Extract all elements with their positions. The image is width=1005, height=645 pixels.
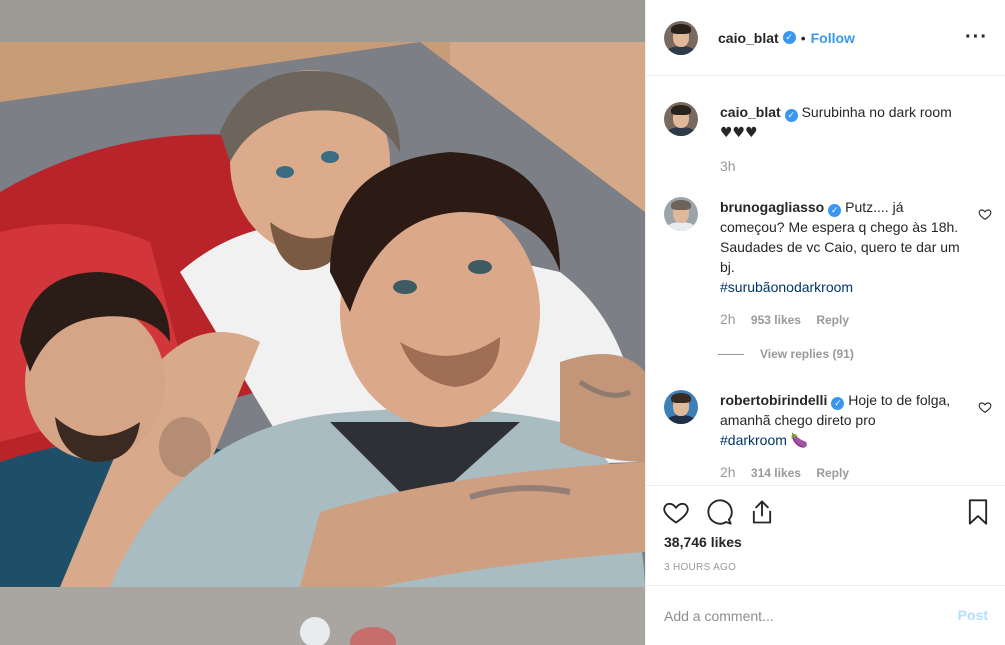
- avatar[interactable]: [664, 197, 698, 231]
- comment-text-block: brunogagliasso ✓ Putz.... já começou? Me …: [720, 197, 960, 297]
- more-options-icon[interactable]: ···: [965, 27, 988, 47]
- comment-meta: 2h 953 likes Reply: [720, 311, 861, 327]
- comment-icon[interactable]: [705, 498, 733, 526]
- author-username[interactable]: caio_blat: [718, 30, 779, 46]
- follow-button[interactable]: Follow: [811, 30, 855, 46]
- post-comment-button[interactable]: Post: [958, 607, 988, 623]
- comment-time: 2h: [720, 311, 736, 327]
- add-comment-bar: Post: [646, 585, 1005, 645]
- hashtag-link[interactable]: #surubãonodarkroom: [720, 279, 853, 295]
- post-header: caio_blat ✓ • Follow ···: [646, 0, 1005, 76]
- view-replies-button[interactable]: View replies (91): [718, 347, 854, 361]
- media-top-blur: [0, 0, 645, 42]
- hashtag-link[interactable]: #darkroom: [720, 432, 787, 448]
- post-timestamp: 3 HOURS AGO: [664, 562, 737, 573]
- caption-text: Surubinha no dark room: [801, 104, 952, 120]
- comments-list: caio_blat ✓ Surubinha no dark room ♥♥♥ 3h…: [646, 77, 1005, 485]
- view-replies-label: View replies (91): [760, 347, 854, 361]
- post-photo[interactable]: [0, 42, 645, 587]
- comment-author[interactable]: robertobirindelli: [720, 392, 827, 408]
- caption-time: 3h: [720, 158, 736, 174]
- comment-author[interactable]: brunogagliasso: [720, 199, 824, 215]
- share-icon[interactable]: [748, 498, 776, 526]
- heart-icon[interactable]: [662, 498, 690, 526]
- verified-badge-icon: ✓: [831, 397, 845, 410]
- caption-text-block: caio_blat ✓ Surubinha no dark room ♥♥♥: [720, 102, 960, 143]
- verified-badge-icon: ✓: [782, 31, 796, 44]
- likes-count[interactable]: 38,746 likes: [664, 534, 742, 550]
- caption-author[interactable]: caio_blat: [720, 104, 781, 120]
- comment-time: 2h: [720, 464, 736, 480]
- instagram-post-view: caio_blat ✓ • Follow ··· caio_blat ✓ Suru…: [0, 0, 1005, 645]
- comment-input[interactable]: [664, 606, 934, 626]
- selfie-photo-illustration: [0, 42, 645, 587]
- caption-emoji: ♥♥♥: [720, 125, 758, 141]
- post-details-panel: caio_blat ✓ • Follow ··· caio_blat ✓ Suru…: [645, 0, 1005, 645]
- comment-meta: 2h 314 likes Reply: [720, 464, 861, 480]
- bookmark-icon[interactable]: [964, 498, 992, 526]
- verified-badge-icon: ✓: [784, 109, 798, 122]
- like-comment-heart-icon[interactable]: [978, 207, 992, 221]
- comment-likes[interactable]: 314 likes: [751, 466, 801, 480]
- reply-button[interactable]: Reply: [816, 313, 849, 327]
- avatar[interactable]: [664, 102, 698, 136]
- reply-button[interactable]: Reply: [816, 466, 849, 480]
- comment-text-block: robertobirindelli ✓ Hoje to de folga, ama…: [720, 390, 960, 451]
- comment-likes[interactable]: 953 likes: [751, 313, 801, 327]
- avatar[interactable]: [664, 390, 698, 424]
- avatar[interactable]: [664, 20, 698, 55]
- action-bar: 38,746 likes 3 HOURS AGO: [646, 485, 1005, 585]
- verified-badge-icon: ✓: [828, 204, 842, 217]
- like-comment-heart-icon[interactable]: [978, 400, 992, 414]
- divider-line: [718, 354, 744, 356]
- emoji-icon: 🍆: [790, 433, 809, 449]
- post-media[interactable]: [0, 0, 645, 645]
- separator-dot: •: [800, 29, 806, 46]
- media-bottom-blur: [0, 587, 645, 645]
